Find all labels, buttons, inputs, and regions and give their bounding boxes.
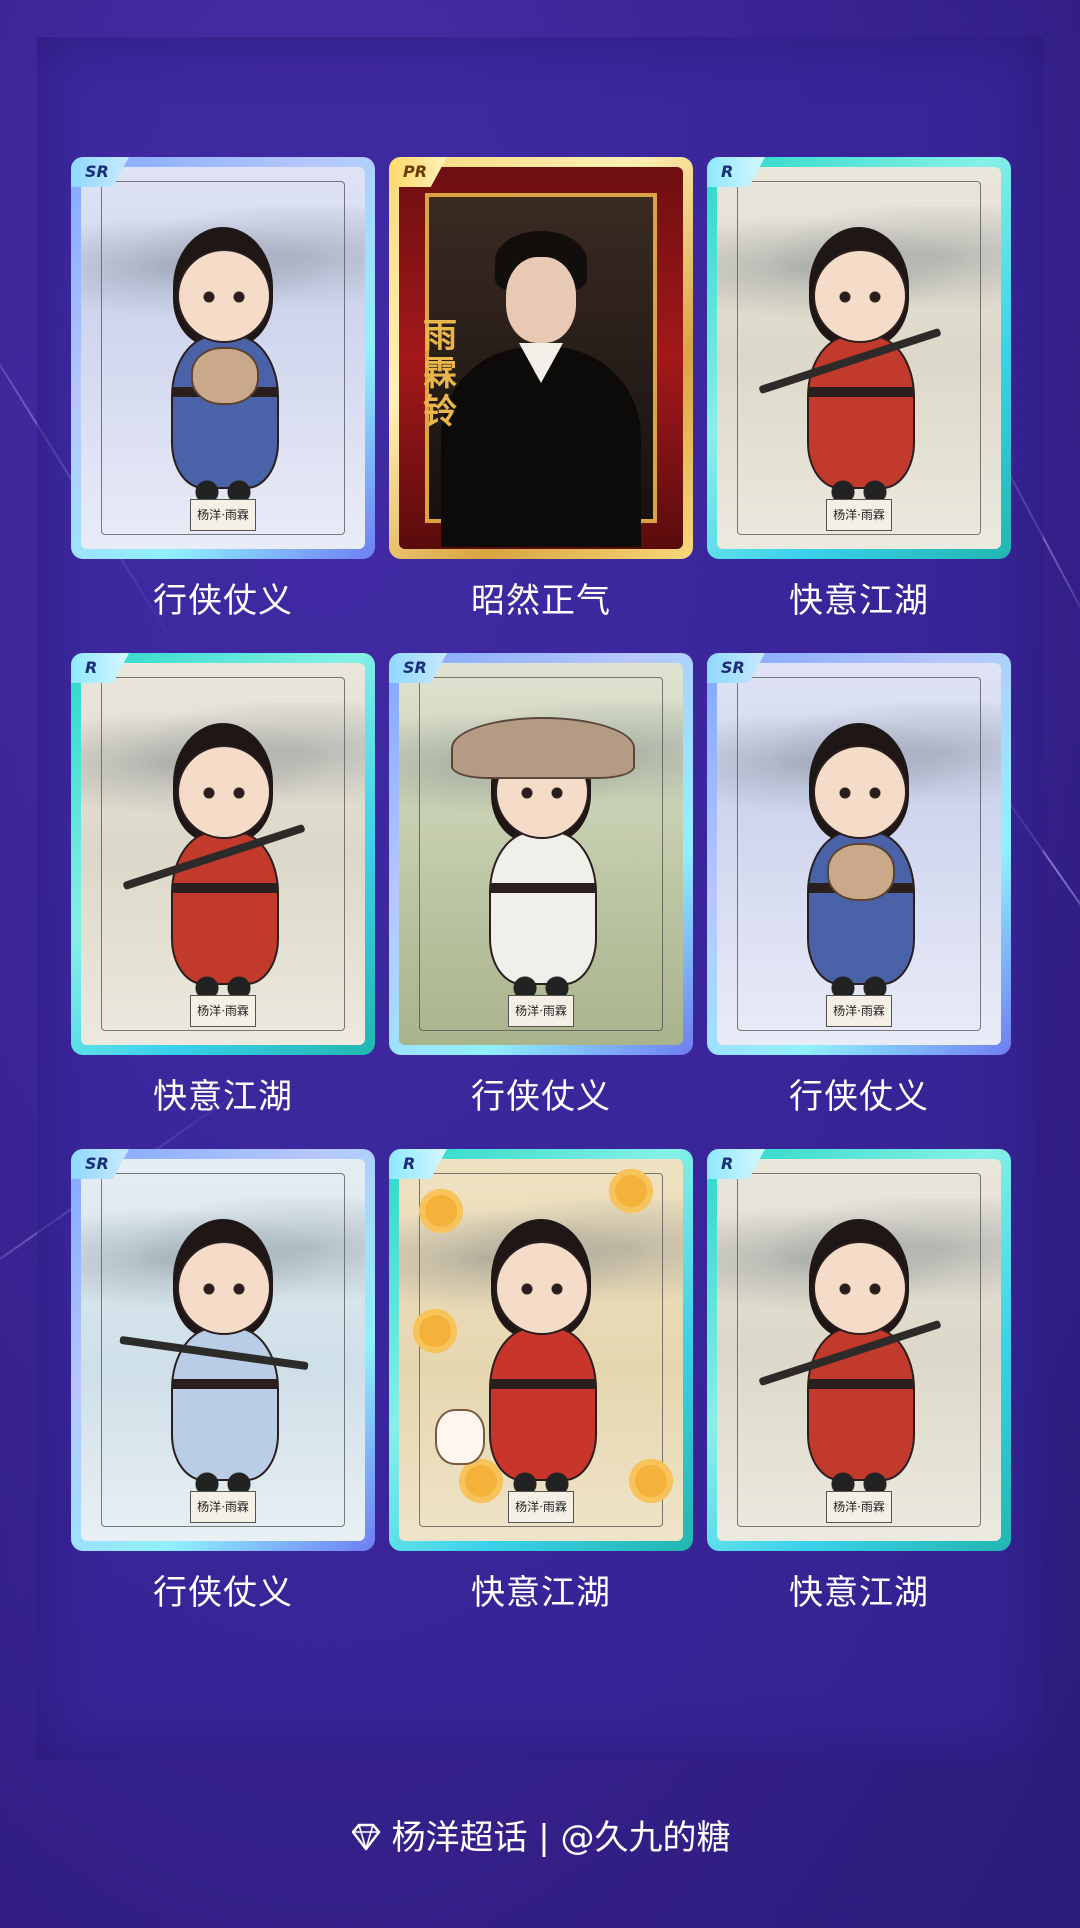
card-item[interactable]: 杨洋·雨霖 R 快意江湖 [707,157,1011,622]
card-item[interactable]: 杨洋·雨霖 R 快意江湖 [707,1149,1011,1614]
coin-decoration [419,1189,463,1233]
card-artwork: 杨洋·雨霖 [81,663,365,1045]
card-artwork: 杨洋·雨霖 [399,1159,683,1541]
card-seal: 杨洋·雨霖 [508,1491,574,1523]
card-seal: 杨洋·雨霖 [190,995,256,1027]
chibi-character [122,723,306,1013]
footer: 杨洋超话 | @久九的糖 [0,1810,1080,1860]
chibi-character [758,1219,942,1509]
bear-plush [191,347,259,405]
card-frame[interactable]: 杨洋·雨霖 R [707,1149,1011,1551]
card-item[interactable]: 杨洋·雨霖 SR 行侠仗义 [389,653,693,1118]
card-caption: 快意江湖 [789,581,929,621]
card-panel: 杨洋·雨霖 SR 行侠仗义 雨霖铃 PR 昭然正气 杨洋·雨霖 R 快意江湖 杨洋·雨霖 R 快意江湖… [37,37,1043,1761]
chibi-character [119,1219,309,1509]
card-frame[interactable]: 杨洋·雨霖 R [389,1149,693,1551]
card-artwork: 杨洋·雨霖 [717,1159,1001,1541]
card-caption: 行侠仗义 [153,581,293,621]
card-item[interactable]: 杨洋·雨霖 R 快意江湖 [71,653,375,1118]
card-frame[interactable]: 杨洋·雨霖 SR [71,1149,375,1551]
card-seal: 杨洋·雨霖 [826,499,892,531]
card-item[interactable]: 杨洋·雨霖 R 快意江湖 [389,1149,693,1614]
title-calligraphy: 雨霖铃 [423,316,457,432]
chibi-character [461,1219,621,1509]
card-frame[interactable]: 杨洋·雨霖 SR [707,653,1011,1055]
chibi-character [758,227,942,517]
card-caption: 行侠仗义 [471,1077,611,1117]
card-frame[interactable]: 杨洋·雨霖 SR [389,653,693,1055]
card-frame[interactable]: 杨洋·雨霖 SR [71,157,375,559]
chibi-character [143,227,303,517]
card-caption: 昭然正气 [471,581,611,621]
card-seal: 杨洋·雨霖 [190,1491,256,1523]
card-seal: 杨洋·雨霖 [826,995,892,1027]
straw-hat [451,717,635,779]
chibi-character [779,723,939,1013]
card-frame[interactable]: 杨洋·雨霖 R [707,157,1011,559]
coin-decoration [413,1309,457,1353]
bear-plush [827,843,895,901]
footer-text: 杨洋超话 | @久九的糖 [391,1818,731,1858]
card-artwork: 杨洋·雨霖 [81,167,365,549]
diamond-icon [349,1820,383,1860]
coin-decoration [629,1459,673,1503]
card-artwork: 雨霖铃 [399,167,683,549]
card-item[interactable]: 杨洋·雨霖 SR 行侠仗义 [707,653,1011,1118]
card-caption: 行侠仗义 [789,1077,929,1117]
card-item[interactable]: 雨霖铃 PR 昭然正气 [389,157,693,622]
card-caption: 快意江湖 [471,1573,611,1613]
card-seal: 杨洋·雨霖 [508,995,574,1027]
card-caption: 行侠仗义 [153,1573,293,1613]
card-caption: 快意江湖 [153,1077,293,1117]
card-item[interactable]: 杨洋·雨霖 SR 行侠仗义 [71,1149,375,1614]
chibi-character [451,717,635,1013]
card-frame[interactable]: 杨洋·雨霖 R [71,653,375,1055]
card-artwork: 杨洋·雨霖 [81,1159,365,1541]
card-artwork: 杨洋·雨霖 [717,167,1001,549]
card-caption: 快意江湖 [789,1573,929,1613]
card-seal: 杨洋·雨霖 [826,1491,892,1523]
card-artwork: 杨洋·雨霖 [717,663,1001,1045]
card-seal: 杨洋·雨霖 [190,499,256,531]
coin-decoration [609,1169,653,1213]
card-frame[interactable]: 雨霖铃 PR [389,157,693,559]
card-artwork: 杨洋·雨霖 [399,663,683,1045]
card-item[interactable]: 杨洋·雨霖 SR 行侠仗义 [71,157,375,622]
